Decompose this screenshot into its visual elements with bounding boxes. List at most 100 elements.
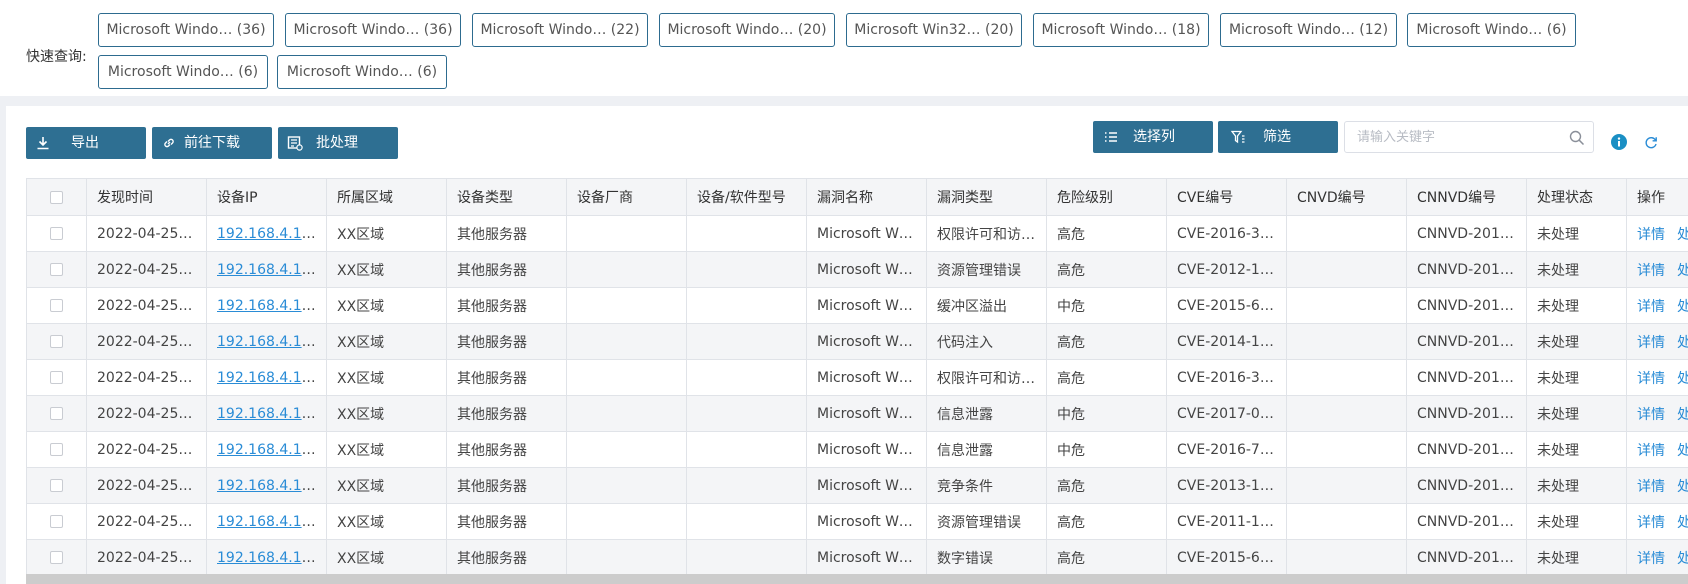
row-checkbox[interactable] <box>50 335 63 348</box>
search-input[interactable] <box>1357 127 1557 147</box>
device-ip-link[interactable]: 192.168.4.193 <box>217 478 319 494</box>
column-header[interactable]: CNVD编号 <box>1286 178 1407 216</box>
vuln-name-cell: Microsoft Wi… <box>806 323 927 360</box>
quick-query-chip[interactable]: Microsoft Windo… (18) <box>1033 13 1209 47</box>
link-icon <box>161 127 177 159</box>
quick-query-chip[interactable]: Microsoft Windo… (12) <box>1220 13 1397 47</box>
handle-link[interactable]: 处理 <box>1677 551 1688 567</box>
vuln-name-cell: Microsoft Wi… <box>806 467 927 504</box>
device-type-cell: 其他服务器 <box>446 251 567 288</box>
column-header[interactable]: 危险级别 <box>1046 178 1167 216</box>
column-header[interactable]: 设备厂商 <box>566 178 687 216</box>
cnnvd-cell: CNNVD-201… <box>1406 251 1527 288</box>
cnnvd-cell: CNNVD-201… <box>1406 323 1527 360</box>
cve-cell: CVE-2015-6… <box>1166 287 1287 324</box>
row-select-cell <box>26 539 87 576</box>
device-type-cell: 其他服务器 <box>446 323 567 360</box>
row-checkbox[interactable] <box>50 299 63 312</box>
row-select-cell <box>26 467 87 504</box>
device-ip-link[interactable]: 192.168.4.193 <box>217 334 319 350</box>
quick-query-chip[interactable]: Microsoft Windo… (6) <box>277 55 447 89</box>
status-cell: 未处理 <box>1526 251 1627 288</box>
handle-link[interactable]: 处理 <box>1677 371 1688 387</box>
select-columns-button[interactable]: 选择列 <box>1093 121 1213 153</box>
handle-link[interactable]: 处理 <box>1677 407 1688 423</box>
detail-link[interactable]: 详情 <box>1637 299 1665 315</box>
handle-link[interactable]: 处理 <box>1677 515 1688 531</box>
quick-query-chip[interactable]: Microsoft Windo… (6) <box>1407 13 1576 47</box>
risk-level-cell: 中危 <box>1046 431 1167 468</box>
handle-link[interactable]: 处理 <box>1677 443 1688 459</box>
detail-link[interactable]: 详情 <box>1637 227 1665 243</box>
cnnvd-cell: CNNVD-201… <box>1406 431 1527 468</box>
column-header[interactable]: 设备类型 <box>446 178 567 216</box>
device-ip-link[interactable]: 192.168.4.193 <box>217 298 319 314</box>
device-ip-link[interactable]: 192.168.4.193 <box>217 262 319 278</box>
row-checkbox[interactable] <box>50 227 63 240</box>
quick-query-chip[interactable]: Microsoft Windo… (36) <box>285 13 461 47</box>
batch-process-button[interactable]: 批处理 <box>278 127 398 159</box>
detail-link[interactable]: 详情 <box>1637 551 1665 567</box>
vendor-cell <box>566 323 687 360</box>
device-ip-link[interactable]: 192.168.4.193 <box>217 442 319 458</box>
export-button[interactable]: 导出 <box>26 127 146 159</box>
handle-link[interactable]: 处理 <box>1677 227 1688 243</box>
device-ip-link[interactable]: 192.168.4.193 <box>217 226 319 242</box>
search-icon[interactable] <box>1569 130 1585 150</box>
quick-query-chip[interactable]: Microsoft Windo… (22) <box>472 13 648 47</box>
quick-query-chip[interactable]: Microsoft Windo… (6) <box>98 55 268 89</box>
area-cell: XX区域 <box>326 215 447 252</box>
refresh-icon[interactable] <box>1644 136 1658 154</box>
detail-link[interactable]: 详情 <box>1637 407 1665 423</box>
horizontal-scrollbar[interactable] <box>26 574 1688 584</box>
device-ip-link[interactable]: 192.168.4.193 <box>217 550 319 566</box>
vuln-name-cell: Microsoft Wi… <box>806 539 927 576</box>
device-ip-cell: 192.168.4.193 <box>206 251 327 288</box>
vuln-type-cell: 资源管理错误 <box>926 503 1047 540</box>
row-checkbox[interactable] <box>50 407 63 420</box>
column-header[interactable]: 处理状态 <box>1526 178 1627 216</box>
handle-link[interactable]: 处理 <box>1677 335 1688 351</box>
row-checkbox[interactable] <box>50 479 63 492</box>
select-all-checkbox[interactable] <box>50 190 63 204</box>
cnnvd-cell: CNNVD-201… <box>1406 539 1527 576</box>
row-checkbox[interactable] <box>50 371 63 384</box>
row-checkbox[interactable] <box>50 263 63 276</box>
column-header[interactable]: CNNVD编号 <box>1406 178 1527 216</box>
column-header[interactable]: CVE编号 <box>1166 178 1287 216</box>
detail-link[interactable]: 详情 <box>1637 263 1665 279</box>
actions-cell: 详情处理 <box>1626 467 1688 504</box>
device-ip-link[interactable]: 192.168.4.193 <box>217 370 319 386</box>
info-icon[interactable] <box>1611 134 1627 154</box>
quick-query-chip[interactable]: Microsoft Windo… (36) <box>98 13 274 47</box>
filter-button[interactable]: 筛选 <box>1218 121 1338 153</box>
search-box[interactable] <box>1344 121 1594 153</box>
vuln-type-cell: 信息泄露 <box>926 395 1047 432</box>
quick-query-chip[interactable]: Microsoft Win32… (20) <box>846 13 1022 47</box>
detail-link[interactable]: 详情 <box>1637 443 1665 459</box>
detail-link[interactable]: 详情 <box>1637 371 1665 387</box>
handle-link[interactable]: 处理 <box>1677 299 1688 315</box>
device-ip-link[interactable]: 192.168.4.193 <box>217 514 319 530</box>
row-checkbox[interactable] <box>50 515 63 528</box>
vendor-cell <box>566 215 687 252</box>
discovery-time-cell: 2022-04-25 1… <box>86 431 207 468</box>
column-header[interactable]: 漏洞类型 <box>926 178 1047 216</box>
go-download-button[interactable]: 前往下载 <box>152 127 272 159</box>
risk-level-cell: 高危 <box>1046 467 1167 504</box>
quick-query-chip[interactable]: Microsoft Windo… (20) <box>659 13 835 47</box>
detail-link[interactable]: 详情 <box>1637 479 1665 495</box>
handle-link[interactable]: 处理 <box>1677 263 1688 279</box>
row-checkbox[interactable] <box>50 551 63 564</box>
column-header[interactable]: 发现时间 <box>86 178 207 216</box>
column-header[interactable]: 漏洞名称 <box>806 178 927 216</box>
column-header[interactable]: 设备/软件型号 <box>686 178 807 216</box>
row-checkbox[interactable] <box>50 443 63 456</box>
status-cell: 未处理 <box>1526 287 1627 324</box>
device-ip-link[interactable]: 192.168.4.193 <box>217 406 319 422</box>
column-header[interactable]: 所属区域 <box>326 178 447 216</box>
column-header[interactable]: 设备IP <box>206 178 327 216</box>
detail-link[interactable]: 详情 <box>1637 335 1665 351</box>
handle-link[interactable]: 处理 <box>1677 479 1688 495</box>
detail-link[interactable]: 详情 <box>1637 515 1665 531</box>
